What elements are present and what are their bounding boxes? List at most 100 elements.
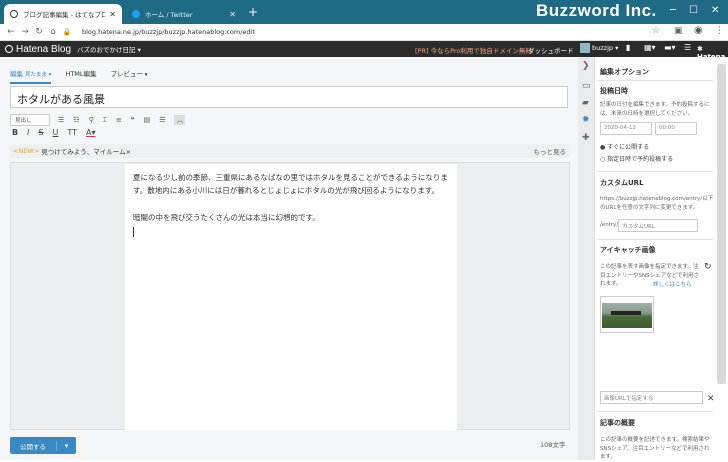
date-heading: 投稿日時 bbox=[600, 87, 628, 95]
news-text[interactable]: 見つけてみよう、マイルーム× bbox=[41, 146, 131, 156]
menu-kebab-icon[interactable]: ⋮ bbox=[715, 26, 724, 36]
quote-icon[interactable]: ❝ bbox=[131, 116, 135, 124]
underline-icon[interactable]: U bbox=[53, 128, 59, 137]
body-paragraph[interactable]: 夏になる少し前の季節、三重県にあるなばなの里ではホタルを見ることができるようにな… bbox=[133, 171, 451, 197]
divider bbox=[597, 80, 713, 81]
url-field[interactable]: blog.hatena.ne.jp/buzzjp/buzzjp.hatenabl… bbox=[82, 28, 255, 36]
back-icon[interactable]: ← bbox=[4, 27, 18, 37]
address-bar: ← → ↻ ⌂ 🔒 blog.hatena.ne.jp/buzzjp/buzzj… bbox=[0, 24, 728, 41]
bookmark-star-icon[interactable]: ☆ bbox=[652, 26, 660, 36]
tab-label: プレビュー bbox=[110, 70, 144, 78]
user-name: buzzjp ▾ bbox=[592, 44, 619, 52]
custom-url-description: https://buzzjp.hatenablog.com/entry/以下のU… bbox=[600, 196, 714, 211]
tab-title: ホーム / Twitter bbox=[145, 11, 193, 19]
news-more-link[interactable]: もっと見る bbox=[534, 146, 567, 156]
summary-description: この記事の概要を記述できます。検索結果やSNSシェア、注目エントリーなどで利用さ… bbox=[600, 437, 710, 460]
eyecatch-caption-bar bbox=[611, 311, 641, 315]
tab-preview[interactable]: プレビュー ▾ bbox=[111, 68, 148, 84]
divider bbox=[597, 171, 713, 172]
tab-html[interactable]: HTML編集 bbox=[65, 68, 96, 84]
text-caret bbox=[133, 227, 134, 237]
url-prefix: /entry/ bbox=[600, 222, 619, 228]
publish-button[interactable]: 公開する ▾ bbox=[10, 437, 76, 454]
minimize-icon[interactable]: ─ bbox=[670, 5, 676, 16]
link-icon[interactable]: ⚲ bbox=[89, 116, 94, 124]
browser-tab-hatena[interactable]: ブログ記事編集 - はてなブログ ✕ bbox=[4, 4, 122, 24]
text-color-icon[interactable]: A▾ bbox=[86, 128, 96, 137]
title-input[interactable]: ホタルがある風景 bbox=[10, 86, 568, 108]
grid-menu-icon[interactable]: ▦▾ bbox=[644, 43, 656, 52]
panel-scrollbar[interactable] bbox=[717, 64, 726, 384]
eyecatch-help-link[interactable]: 詳しくはこちら bbox=[653, 280, 692, 288]
radio-publish-now[interactable]: ● すぐに公開する bbox=[600, 142, 649, 151]
comment-icon[interactable]: ▭ bbox=[582, 81, 591, 91]
text-size-icon[interactable]: TT bbox=[67, 128, 77, 137]
home-icon[interactable]: ⌂ bbox=[46, 27, 60, 37]
editor-tabs: 編集 見たまま ▾ HTML編集 プレビュー ▾ bbox=[10, 68, 162, 84]
collapse-icon[interactable]: ︿ bbox=[174, 115, 186, 125]
radio-label: 指定日時で予約投稿する bbox=[607, 156, 674, 163]
image-url-input[interactable]: 画像URLで指定する bbox=[600, 391, 703, 404]
news-bar: <NEW> 見つけてみよう、マイルーム× もっと見る bbox=[10, 144, 570, 158]
forward-icon[interactable]: → bbox=[18, 27, 32, 37]
promo-link[interactable]: [PR] 今ならPro利用で独自ドメイン無料 bbox=[415, 45, 532, 55]
gear-icon[interactable]: ✹ bbox=[582, 115, 590, 125]
number-list-icon[interactable]: ☷ bbox=[73, 116, 79, 124]
hatena-icon bbox=[10, 10, 18, 18]
heading-select[interactable]: 見出し bbox=[10, 114, 50, 126]
notification-icon[interactable]: ▬▾ bbox=[664, 43, 676, 52]
logo-circle-icon bbox=[5, 45, 13, 53]
dashboard-link[interactable]: ダッシュボード bbox=[528, 45, 574, 55]
time-input[interactable]: 00:00 bbox=[655, 122, 697, 135]
editor-body[interactable] bbox=[125, 164, 457, 430]
bookmark-icon[interactable]: ▮ bbox=[626, 43, 630, 52]
avatar bbox=[580, 43, 590, 53]
close-window-icon[interactable]: ✕ bbox=[711, 5, 719, 16]
folder-icon[interactable]: ▰ bbox=[582, 98, 589, 108]
profile-icon[interactable]: ◉ bbox=[694, 25, 703, 36]
publish-label: 公開する bbox=[10, 440, 57, 451]
toolbar-row-1: 見出し ☰ ☷ ⚲ ⌶ ≡ ❝ ▤ ☰ ︿ bbox=[10, 114, 194, 126]
table-icon[interactable]: ▤ bbox=[144, 116, 151, 124]
date-description: 記事の日付を編集できます。予約投稿するには、未来の日時を選択してください。 bbox=[600, 102, 710, 117]
tab-sub: ▾ bbox=[143, 72, 148, 78]
toolbar-row-2: B I S U TT A▾ bbox=[12, 128, 105, 137]
close-icon[interactable]: ✕ bbox=[229, 10, 236, 19]
new-tab-button[interactable]: + bbox=[248, 5, 258, 19]
bold-icon[interactable]: B bbox=[12, 128, 18, 137]
radio-schedule[interactable]: ○ 指定日時で予約投稿する bbox=[600, 154, 673, 163]
more-icon[interactable]: ⌶ bbox=[103, 116, 107, 125]
settings-menu-icon[interactable]: ☰ bbox=[684, 43, 691, 52]
browser-tab-twitter[interactable]: ホーム / Twitter ✕ bbox=[126, 4, 242, 24]
hatena-header: Hatena Blog バズのおでかけ日記 ▾ bbox=[0, 41, 728, 57]
close-icon[interactable]: ✕ bbox=[109, 10, 116, 19]
align-icon[interactable]: ☰ bbox=[159, 116, 165, 124]
extension-icon[interactable]: ▣ bbox=[674, 26, 683, 36]
hatena-blog-logo[interactable]: Hatena Blog bbox=[5, 44, 71, 55]
tab-label: HTML編集 bbox=[65, 70, 97, 78]
refresh-icon[interactable]: ↻ bbox=[704, 262, 712, 272]
maximize-icon[interactable]: ☐ bbox=[689, 5, 698, 16]
user-menu[interactable]: buzzjp ▾ bbox=[580, 43, 618, 53]
bullet-list-icon[interactable]: ☰ bbox=[58, 116, 64, 124]
tab-sub: 見たまま ▾ bbox=[25, 72, 52, 78]
panel-title: 編集オプション bbox=[600, 68, 649, 76]
plus-icon[interactable]: ✚ bbox=[582, 133, 590, 143]
close-icon[interactable]: ✕ bbox=[707, 394, 715, 404]
strike-icon[interactable]: S bbox=[38, 128, 43, 137]
chevron-right-icon[interactable]: ❯ bbox=[582, 61, 590, 71]
custom-url-input[interactable]: カスタムURL bbox=[618, 219, 698, 232]
date-input[interactable]: 2020-04-12 bbox=[600, 122, 652, 135]
lock-icon: 🔒 bbox=[62, 28, 72, 36]
chevron-down-icon[interactable]: ▾ bbox=[57, 442, 76, 450]
word-count: 108文字 bbox=[540, 441, 566, 449]
hr-icon[interactable]: ≡ bbox=[116, 116, 122, 124]
logo-text: Hatena Blog bbox=[16, 43, 72, 55]
tab-edit[interactable]: 編集 見たまま ▾ bbox=[10, 68, 52, 84]
italic-icon[interactable]: I bbox=[27, 128, 29, 137]
reload-icon[interactable]: ↻ bbox=[32, 27, 46, 37]
body-paragraph[interactable]: 暗闇の中を飛び交うたくさんの光は本当に幻想的です。 bbox=[133, 211, 451, 224]
eyecatch-heading: アイキャッチ画像 bbox=[600, 246, 656, 254]
divider bbox=[597, 411, 713, 412]
blog-name-menu[interactable]: バズのおでかけ日記 ▾ bbox=[77, 44, 141, 54]
